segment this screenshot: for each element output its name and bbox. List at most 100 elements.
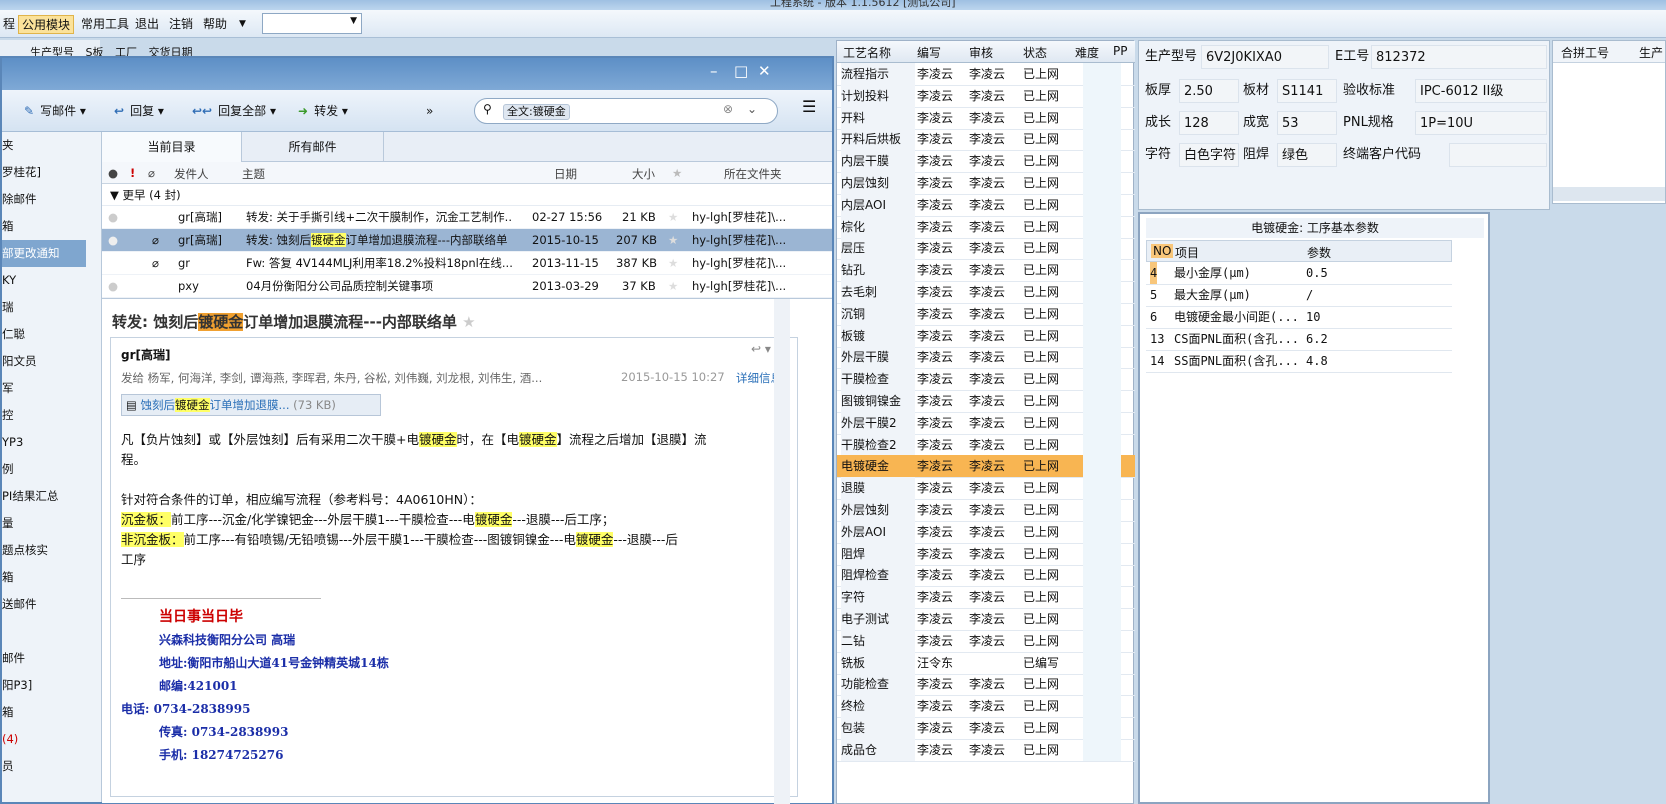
star-icon[interactable]: ★ [462, 313, 475, 331]
folder-item[interactable]: 员 [2, 753, 86, 780]
field-model[interactable]: 6V2J0KIXA0 [1201, 45, 1329, 69]
folder-item[interactable]: KY [2, 267, 86, 294]
minimize-icon[interactable]: – [710, 62, 718, 80]
menu-item-public-module[interactable]: 公用模块 [18, 15, 75, 34]
table-row[interactable]: 终检 李凌云 李凌云 已上网 [837, 695, 1135, 719]
col-value[interactable]: 参数 [1307, 244, 1331, 261]
attachment-chip[interactable]: ▤ 蚀刻后镀硬金订单增加退膜... (73 KB) [121, 394, 381, 416]
folder-item[interactable]: 箱 [2, 564, 86, 591]
table-row[interactable]: 干膜检查 李凌云 李凌云 已上网 [837, 368, 1135, 392]
folder-item[interactable]: 题点核实 [2, 537, 86, 564]
folder-item[interactable] [2, 618, 86, 645]
field-standard[interactable]: IPC-6012 II级 [1415, 79, 1547, 103]
group-header[interactable]: ▼ 更早 (4 封) [102, 184, 832, 206]
table-row[interactable]: 阻焊 李凌云 李凌云 已上网 [837, 542, 1135, 566]
tab-current-folder[interactable]: 当前目录 [102, 132, 242, 162]
field-char[interactable]: 白色字符 [1179, 143, 1239, 167]
folder-item[interactable]: YP3 [2, 429, 86, 456]
column-size[interactable]: 大小 [632, 166, 655, 182]
table-row[interactable]: 图镀铜镍金 李凌云 李凌云 已上网 [837, 390, 1135, 413]
table-row[interactable]: 棕化 李凌云 李凌云 已上网 [837, 215, 1135, 239]
list-item[interactable]: ⌀ gr Fw: 答复 4V144MLJ利用率18.2%投料18pnl在线...… [102, 252, 832, 275]
table-row[interactable]: 外层蚀刻 李凌云 李凌云 已上网 [837, 499, 1135, 522]
folder-item[interactable]: 部更改通知 [2, 240, 86, 267]
folder-item[interactable]: 罗桂花] [2, 159, 86, 186]
table-row[interactable]: 计划投料 李凌云 李凌云 已上网 [837, 84, 1135, 108]
table-row[interactable]: 电镀硬金 李凌云 李凌云 已上网 [837, 455, 1135, 479]
menu-item-cheng[interactable]: 程 [0, 15, 18, 34]
reply-button[interactable]: ↩ 回复 ▾ [114, 102, 164, 120]
table-row[interactable]: 电子测试 李凌云 李凌云 已上网 [837, 608, 1135, 631]
field-eno[interactable]: 812372 [1371, 45, 1547, 69]
folder-item[interactable]: 箱 [2, 213, 86, 240]
attachment-icon[interactable]: ⌀ [148, 166, 155, 180]
tab-all-mail[interactable]: 所有邮件 [242, 132, 384, 162]
menu-item-exit[interactable]: 退出 [132, 15, 162, 34]
menu-item-tools[interactable]: 常用工具 [78, 15, 132, 34]
field-material[interactable]: S1141 [1277, 79, 1337, 103]
table-row[interactable]: 开料后烘板 李凌云 李凌云 已上网 [837, 128, 1135, 152]
column-sender[interactable]: 发件人 [174, 166, 209, 182]
read-status-icon[interactable]: ● [108, 166, 118, 180]
compose-button[interactable]: ✎ 写邮件 ▾ [24, 102, 86, 120]
table-row[interactable]: 内层AOI 李凌云 李凌云 已上网 [837, 193, 1135, 217]
col-review[interactable]: 审核 [969, 44, 993, 61]
field-width[interactable]: 53 [1277, 111, 1337, 135]
table-row[interactable]: 去毛刺 李凌云 李凌云 已上网 [837, 281, 1135, 304]
help-dropdown-icon[interactable]: ▼ [236, 15, 249, 34]
star-column-icon[interactable]: ★ [672, 166, 682, 180]
more-button[interactable]: » [426, 102, 433, 120]
folder-item[interactable]: 仁聪 [2, 321, 86, 348]
toolbar-combo[interactable]: ▼ [262, 13, 362, 34]
field-length[interactable]: 128 [1179, 111, 1239, 135]
column-date[interactable]: 日期 [554, 166, 577, 182]
table-row[interactable]: 字符 李凌云 李凌云 已上网 [837, 586, 1135, 610]
table-row[interactable]: 阻焊检查 李凌云 李凌云 已上网 [837, 564, 1135, 588]
table-row[interactable]: 退膜 李凌云 李凌云 已上网 [837, 477, 1135, 501]
folder-item[interactable]: 阳文员 [2, 348, 86, 375]
col-difficulty[interactable]: 难度 [1075, 44, 1099, 61]
table-row[interactable]: 板镀 李凌云 李凌云 已上网 [837, 324, 1135, 348]
clear-icon[interactable]: ⊗ [723, 102, 733, 116]
table-row[interactable]: 二钻 李凌云 李凌云 已上网 [837, 629, 1135, 653]
table-row[interactable]: 开料 李凌云 李凌云 已上网 [837, 106, 1135, 130]
close-icon[interactable]: ✕ [758, 62, 771, 80]
table-row[interactable]: 13 CS面PNL面积(含孔... 6.2 [1146, 328, 1452, 351]
table-row[interactable]: 铣板 汪令东 已编写 [837, 651, 1135, 675]
maximize-icon[interactable]: □ [734, 62, 748, 80]
star-icon[interactable]: ★ [668, 206, 678, 229]
table-row[interactable]: 层压 李凌云 李凌云 已上网 [837, 237, 1135, 261]
col-author[interactable]: 编写 [917, 44, 941, 61]
field-mask[interactable]: 绿色 [1277, 143, 1337, 167]
folder-item[interactable]: 量 [2, 510, 86, 537]
table-row[interactable]: 4 最小金厚(μm) 0.5 [1146, 262, 1452, 285]
star-icon[interactable]: ★ [668, 252, 678, 275]
table-row[interactable]: 沉铜 李凌云 李凌云 已上网 [837, 302, 1135, 326]
search-options-icon[interactable]: ⌄ [747, 102, 757, 116]
table-row[interactable]: 外层AOI 李凌云 李凌云 已上网 [837, 520, 1135, 544]
table-row[interactable]: 包装 李凌云 李凌云 已上网 [837, 717, 1135, 740]
column-folder[interactable]: 所在文件夹 [724, 166, 782, 182]
table-row[interactable]: 内层干膜 李凌云 李凌云 已上网 [837, 150, 1135, 174]
col-status[interactable]: 状态 [1023, 44, 1047, 61]
folder-item[interactable]: 例 [2, 456, 86, 483]
col-production[interactable]: 生产 [1639, 44, 1663, 61]
folder-item[interactable]: PI结果汇总 [2, 483, 86, 510]
search-input[interactable]: ⚲ 全文:镀硬金 ⊗ ⌄ [474, 98, 778, 124]
table-row[interactable]: 14 SS面PNL面积(含孔... 4.8 [1146, 350, 1452, 373]
folder-item[interactable]: 阳P3] [2, 672, 86, 699]
field-customer[interactable] [1449, 143, 1547, 167]
table-row[interactable]: 流程指示 李凌云 李凌云 已上网 [837, 63, 1135, 86]
list-item[interactable]: ● gr[高瑞] 转发: 关于手撕引线+二次干膜制作，沉金工艺制作... 02-… [102, 206, 832, 229]
horizontal-scrollbar[interactable] [1553, 187, 1665, 201]
folder-item[interactable]: 邮件 [2, 645, 86, 672]
menu-item-logout[interactable]: 注销 [166, 15, 196, 34]
table-row[interactable]: 外层干膜2 李凌云 李凌云 已上网 [837, 411, 1135, 435]
menu-list-icon[interactable]: ☰ [802, 98, 816, 116]
table-row[interactable]: 5 最大金厚(μm) / [1146, 284, 1452, 307]
folder-item[interactable]: 箱 [2, 699, 86, 726]
table-row[interactable]: 6 电镀硬金最小间距(... 10 [1146, 306, 1452, 329]
table-row[interactable]: 钻孔 李凌云 李凌云 已上网 [837, 259, 1135, 283]
folder-item[interactable]: (4) [2, 726, 86, 753]
table-row[interactable]: 内层蚀刻 李凌云 李凌云 已上网 [837, 172, 1135, 195]
